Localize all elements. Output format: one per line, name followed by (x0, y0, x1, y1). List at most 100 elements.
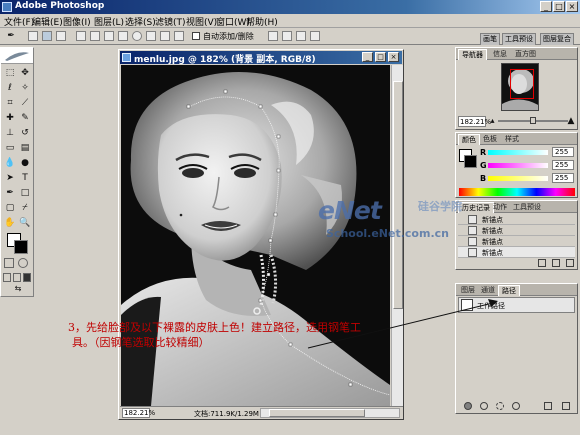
move-tool-icon[interactable]: ✥ (18, 66, 32, 80)
zoom-slider-knob[interactable] (530, 117, 536, 124)
ellipse-button[interactable] (132, 31, 142, 41)
clone-stamp-tool-icon[interactable]: ⊥ (3, 126, 17, 140)
navigator-view-box[interactable] (510, 69, 534, 99)
brush-tool-icon[interactable]: ✎ (18, 111, 32, 125)
vertical-scroll-thumb[interactable] (393, 81, 403, 309)
tab-info[interactable]: 信息 (490, 49, 510, 60)
auto-add-delete-checkbox[interactable] (192, 32, 200, 40)
color-spectrum-bar[interactable] (459, 188, 575, 196)
well-tab-layer-comps[interactable]: 图层复合 (540, 33, 574, 45)
shape-tool-icon[interactable]: □ (18, 186, 32, 200)
slice-tool-icon[interactable]: ⟋ (18, 96, 32, 110)
pen-tool-preset-icon[interactable]: ✒ (4, 29, 18, 43)
menu-layer[interactable]: 图层(L) (94, 15, 124, 28)
lasso-tool-icon[interactable]: ℓ (3, 81, 17, 95)
color-background-swatch[interactable] (464, 155, 477, 168)
crop-tool-icon[interactable]: ⌗ (3, 96, 17, 110)
history-item[interactable]: 新锚点 (458, 214, 575, 225)
eraser-tool-icon[interactable]: ▭ (3, 141, 17, 155)
doc-maximize-button[interactable]: □ (375, 52, 386, 62)
menu-view[interactable]: 视图(V) (186, 15, 217, 28)
color-r-slider[interactable] (488, 150, 548, 155)
path-row-work-path[interactable]: 工作路径 (458, 297, 575, 313)
make-work-path-icon[interactable] (512, 402, 520, 410)
path-subtract-button[interactable] (282, 31, 292, 41)
color-b-slider[interactable] (488, 176, 548, 181)
close-button[interactable]: × (566, 1, 578, 12)
dodge-tool-icon[interactable]: ● (18, 156, 32, 170)
rounded-rectangle-button[interactable] (118, 31, 128, 41)
gradient-tool-icon[interactable]: ▤ (18, 141, 32, 155)
rectangle-button[interactable] (104, 31, 114, 41)
zoom-out-icon[interactable]: ▴ (488, 114, 497, 126)
standard-mode-icon[interactable] (4, 258, 14, 268)
horizontal-scroll-thumb[interactable] (269, 409, 365, 417)
trash-icon[interactable] (566, 259, 574, 267)
tab-color[interactable]: 颜色 (458, 134, 480, 145)
color-g-value[interactable]: 255 (552, 160, 574, 170)
menu-edit[interactable]: 编辑(E) (32, 15, 63, 28)
new-path-icon[interactable] (544, 402, 552, 410)
marquee-tool-icon[interactable]: ⬚ (3, 66, 17, 80)
shape-layers-button[interactable] (28, 31, 38, 41)
hand-tool-icon[interactable]: ✋ (3, 216, 17, 230)
paths-mode-button[interactable] (42, 31, 52, 41)
background-color-swatch[interactable] (14, 240, 28, 254)
maximize-button[interactable]: □ (553, 1, 565, 12)
tab-channels[interactable]: 通道 (478, 285, 498, 296)
zoom-in-icon[interactable]: ▲ (566, 114, 576, 126)
menu-help[interactable]: 帮助(H) (246, 15, 278, 28)
fill-path-icon[interactable] (464, 402, 472, 410)
line-button[interactable] (160, 31, 170, 41)
menu-select[interactable]: 选择(S) (125, 15, 156, 28)
tab-styles[interactable]: 样式 (502, 134, 522, 145)
document-zoom-field[interactable]: 182.21% (122, 408, 155, 418)
color-b-value[interactable]: 255 (552, 173, 574, 183)
well-tab-brushes[interactable]: 画笔 (480, 33, 500, 45)
path-exclude-button[interactable] (310, 31, 320, 41)
tab-actions[interactable]: 动作 (490, 202, 510, 213)
color-g-slider[interactable] (488, 163, 548, 168)
load-path-as-selection-icon[interactable] (496, 402, 504, 410)
zoom-tool-icon[interactable]: 🔍 (18, 216, 32, 230)
document-horizontal-scrollbar[interactable] (260, 408, 400, 418)
menu-image[interactable]: 图像(I) (63, 15, 91, 28)
tab-tool-presets[interactable]: 工具预设 (510, 202, 544, 213)
path-intersect-button[interactable] (296, 31, 306, 41)
doc-minimize-button[interactable]: _ (362, 52, 373, 62)
well-tab-tool-presets[interactable]: 工具预设 (502, 33, 536, 45)
history-item[interactable]: 新锚点 (458, 247, 575, 258)
notes-tool-icon[interactable]: ▢ (3, 201, 17, 215)
pen-button[interactable] (76, 31, 86, 41)
polygon-button[interactable] (146, 31, 156, 41)
custom-shape-button[interactable] (174, 31, 184, 41)
tab-layers[interactable]: 图层 (458, 285, 478, 296)
stroke-path-icon[interactable] (480, 402, 488, 410)
navigator-zoom-slider[interactable] (498, 117, 568, 124)
magic-wand-tool-icon[interactable]: ✧ (18, 81, 32, 95)
tab-navigator[interactable]: 导航器 (458, 49, 487, 60)
menu-filter[interactable]: 滤镜(T) (155, 15, 186, 28)
jump-to-imageready-icon[interactable]: ⇆ (9, 284, 27, 294)
standard-screen-mode-icon[interactable] (3, 273, 11, 282)
navigator-thumbnail[interactable] (501, 63, 539, 111)
pen-tool-icon[interactable]: ✒ (3, 186, 17, 200)
full-screen-menu-mode-icon[interactable] (13, 273, 21, 282)
fill-pixels-button[interactable] (56, 31, 66, 41)
menu-window[interactable]: 窗口(W) (216, 15, 250, 28)
full-screen-mode-icon[interactable] (23, 273, 31, 282)
navigator-zoom-field[interactable]: 182.21% (458, 116, 491, 127)
new-snapshot-icon[interactable] (552, 259, 560, 267)
path-selection-tool-icon[interactable]: ➤ (3, 171, 17, 185)
doc-close-button[interactable]: × (388, 52, 399, 62)
tab-paths[interactable]: 路径 (498, 285, 520, 296)
history-brush-tool-icon[interactable]: ↺ (18, 126, 32, 140)
tab-swatches[interactable]: 色板 (480, 134, 500, 145)
type-tool-icon[interactable]: T (18, 171, 32, 185)
eyedropper-tool-icon[interactable]: ⌿ (18, 201, 32, 215)
blur-tool-icon[interactable]: 💧 (3, 156, 17, 170)
freeform-pen-button[interactable] (90, 31, 100, 41)
tab-histogram[interactable]: 直方图 (512, 49, 539, 60)
minimize-button[interactable]: _ (540, 1, 552, 12)
menu-file[interactable]: 文件(F) (4, 15, 34, 28)
